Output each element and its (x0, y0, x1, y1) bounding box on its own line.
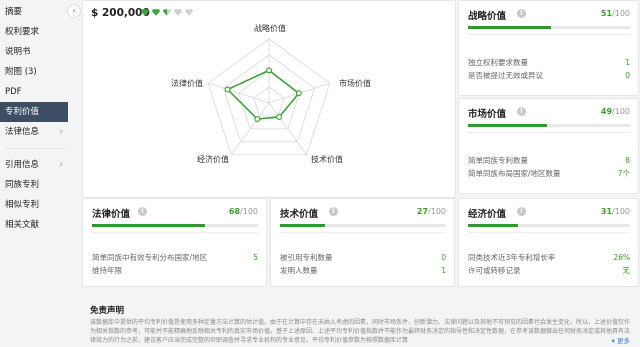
score-bar-fill (280, 224, 325, 227)
card-score: 51/100 (600, 9, 630, 18)
card-score: 27/100 (416, 207, 446, 216)
radar-axis-label: 经济价值 (197, 155, 229, 164)
info-icon[interactable]: i (517, 207, 526, 216)
metric-row: 是否被提过无效或异议 0 (468, 71, 630, 80)
divider (468, 34, 630, 35)
legal-value-card: 法律价值 i 68/100 简单同族中有效专利分布国家/地区 5 维持年限 (82, 198, 267, 287)
chevron-left-icon: ‹ (72, 6, 76, 15)
chevron-right-icon: › (59, 160, 63, 170)
score-bar (92, 224, 258, 227)
radar-point[interactable] (276, 113, 283, 120)
more-link[interactable]: ▾ 更多 (608, 335, 630, 345)
card-score: 68/100 (228, 207, 258, 216)
radar-point[interactable] (266, 67, 273, 74)
card-score: 49/100 (600, 107, 630, 116)
sidebar-item-label: 说明书 (5, 47, 31, 57)
metric-row: 独立权利要求数量 1 (468, 58, 630, 67)
sidebar-item-label: 相关文献 (5, 220, 40, 230)
metric-row: 同类技术近3年专利增长率 26% (468, 253, 630, 262)
sidebar: 摘要 权利要求 说明书 附图 (3) PDF 专利价值 法律信息 › 引用信息 › … (0, 0, 81, 347)
sidebar-item-label: 同族专利 (5, 180, 40, 190)
sidebar-item-label: 引用信息 (5, 160, 40, 170)
sidebar-item-description[interactable]: 说明书 (0, 42, 78, 62)
metric-row: 维持年限 (92, 266, 122, 275)
collapse-sidebar-button[interactable]: ‹ (67, 4, 81, 18)
radar-point[interactable] (254, 116, 261, 123)
sidebar-item-citations[interactable]: 引用信息 › (0, 155, 78, 175)
info-icon[interactable]: i (517, 9, 526, 18)
sidebar-item-label: 相似专利 (5, 200, 40, 210)
market-value-card: 市场价值 i 49/100 简单同族专利数量 8 简单同族布局国家/地区数量 7个 (458, 98, 639, 194)
metric-row: 许可或转移记录无 (468, 266, 630, 275)
radar-axis-label: 技术价值 (311, 155, 343, 164)
radar-axis-label: 战略价值 (254, 24, 286, 33)
sidebar-item-drawings[interactable]: 附图 (3) (0, 62, 78, 82)
score-bar-fill (92, 224, 205, 227)
card-title: 经济价值 (468, 209, 507, 220)
card-title: 战略价值 (468, 11, 507, 22)
sidebar-item-legal-info[interactable]: 法律信息 › (0, 122, 78, 142)
sidebar-item-label: 摘要 (5, 7, 23, 17)
main-content: $ 200,000 战略价值 市场价值 技术价值 经济价值 法律价值 战略价值 … (82, 0, 640, 347)
card-title: 市场价值 (468, 109, 507, 120)
metric-row: 简单同族中有效专利分布国家/地区 5 (92, 253, 258, 262)
disclaimer-section: 免责声明 该数据库中提供的平均专利价值是使用多种定量方法计算的估计值。由于在计算… (82, 298, 640, 347)
sidebar-divider (5, 148, 66, 149)
sidebar-item-label: 附图 (3) (5, 67, 37, 77)
radar-axis-label: 法律价值 (171, 79, 203, 88)
chevron-right-icon: › (59, 127, 63, 137)
sidebar-item-label: 法律信息 (5, 127, 40, 137)
radar-axis-label: 市场价值 (339, 79, 371, 88)
score-bar-fill (468, 224, 519, 227)
radar-point[interactable] (224, 86, 231, 93)
metric-row: 简单同族专利数量 8 (468, 156, 630, 165)
sidebar-item-related-docs[interactable]: 相关文献 (0, 215, 78, 235)
divider (92, 232, 258, 233)
score-bar (468, 26, 630, 29)
score-bar (468, 124, 630, 127)
info-icon[interactable]: i (517, 107, 526, 116)
radar-card: $ 200,000 战略价值 市场价值 技术价值 经济价值 法律价值 (82, 0, 456, 198)
economic-value-card: 经济价值 i 31/100 同类技术近3年专利增长率 26% 许可或转移记录无 (458, 198, 639, 287)
card-score: 31/100 (600, 207, 630, 216)
sidebar-item-label: PDF (5, 87, 22, 97)
disclaimer-title: 免责声明 (90, 306, 125, 316)
sidebar-item-claims[interactable]: 权利要求 (0, 22, 78, 42)
score-bar-fill (468, 26, 551, 29)
card-title: 法律价值 (92, 209, 131, 220)
divider (280, 232, 446, 233)
metric-row: 简单同族布局国家/地区数量 7个 (468, 169, 630, 178)
technical-value-card: 技术价值 i 27/100 被引用专利数量 0 发明人数量 1 (270, 198, 455, 287)
card-title: 技术价值 (280, 209, 319, 220)
divider (468, 232, 630, 233)
score-bar (468, 224, 630, 227)
strategic-value-card: 战略价值 i 51/100 独立权利要求数量 1 是否被提过无效或异议 0 (458, 0, 639, 96)
score-bar-fill (468, 124, 548, 127)
metric-row: 被引用专利数量 0 (280, 253, 446, 262)
sidebar-item-similar[interactable]: 相似专利 (0, 195, 78, 215)
info-icon[interactable]: i (138, 207, 147, 216)
sidebar-item-patent-value[interactable]: 专利价值 (0, 102, 68, 122)
sidebar-item-label: 专利价值 (5, 107, 40, 117)
score-bar (280, 224, 446, 227)
metric-row: 发明人数量 1 (280, 266, 446, 275)
info-icon[interactable]: i (329, 207, 338, 216)
sidebar-item-family[interactable]: 同族专利 (0, 175, 78, 195)
disclaimer-text: 该数据库中提供的平均专利价值是使用多种定量方法计算的估计值。由于在计算中存在未纳… (90, 319, 631, 344)
sidebar-item-pdf[interactable]: PDF (0, 82, 78, 102)
divider (468, 132, 630, 133)
radar-point[interactable] (295, 90, 302, 97)
sidebar-item-label: 权利要求 (5, 27, 40, 37)
